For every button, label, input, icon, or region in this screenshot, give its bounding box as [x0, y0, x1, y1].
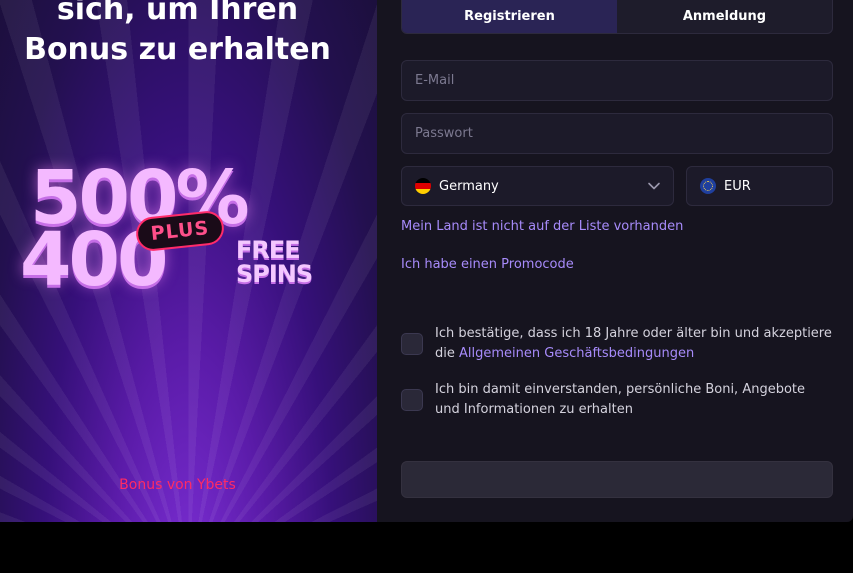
country-select[interactable]: Germany: [401, 166, 674, 206]
email-field[interactable]: [401, 60, 833, 101]
country-not-listed-link[interactable]: Mein Land ist nicht auf der Liste vorhan…: [401, 219, 683, 234]
password-field[interactable]: [401, 113, 833, 154]
marketing-checkbox[interactable]: [401, 389, 423, 411]
chevron-down-icon: [648, 182, 660, 190]
currency-select[interactable]: EUR: [686, 166, 833, 206]
country-value: Germany: [439, 178, 499, 194]
terms-consent-row: Ich bestätige, dass ich 18 Jahre oder äl…: [401, 324, 833, 364]
free-spins-label: FREE SPINS: [236, 236, 313, 288]
marketing-consent-row: Ich bin damit einverstanden, persönliche…: [401, 380, 833, 420]
registration-modal: sich, um Ihren Bonus zu erhalten 500% 40…: [0, 0, 853, 522]
submit-button[interactable]: [401, 461, 833, 498]
germany-flag-icon: [415, 178, 431, 194]
bonus-caption: Bonus von Ybets: [119, 477, 236, 493]
tab-login[interactable]: Anmeldung: [617, 0, 832, 33]
marketing-consent-label: Ich bin damit einverstanden, persönliche…: [435, 382, 805, 417]
promo-panel: sich, um Ihren Bonus zu erhalten 500% 40…: [0, 0, 377, 522]
free-label: FREE: [236, 236, 301, 264]
terms-link[interactable]: Allgemeinen Geschäftsbedingungen: [459, 346, 694, 361]
promo-title: sich, um Ihren Bonus zu erhalten: [0, 0, 355, 70]
tab-register[interactable]: Registrieren: [402, 0, 617, 33]
bonus-graphic: 500% 400 PLUS FREE SPINS: [0, 158, 377, 308]
auth-tabs: Registrieren Anmeldung: [401, 0, 833, 34]
terms-consent-text: Ich bestätige, dass ich 18 Jahre oder äl…: [435, 324, 833, 364]
promo-title-line2: Bonus zu erhalten: [24, 32, 331, 67]
spins-label: SPINS: [236, 260, 313, 288]
promo-title-line1: sich, um Ihren: [56, 0, 299, 27]
currency-value: EUR: [724, 178, 751, 194]
terms-checkbox[interactable]: [401, 333, 423, 355]
promocode-link[interactable]: Ich habe einen Promocode: [401, 257, 574, 272]
eu-flag-icon: [700, 178, 716, 194]
